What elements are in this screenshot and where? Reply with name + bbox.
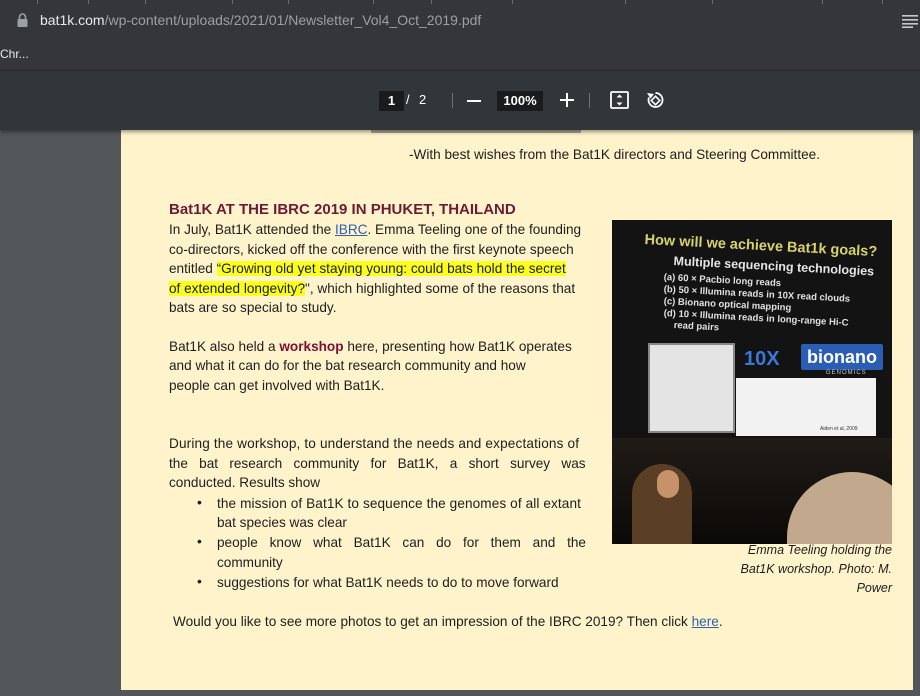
caption-line2: Bat1K workshop. Photo: M. — [740, 562, 892, 576]
signoff-text: -With best wishes from the Bat1K directo… — [409, 147, 820, 162]
fit-to-page-icon[interactable] — [610, 91, 629, 109]
browser-address-bar[interactable]: bat1k.com/wp-content/uploads/2021/01/New… — [0, 0, 920, 42]
cut-off-text-line — [371, 130, 581, 133]
presentation-slide: How will we achieve Bat1k goals? Multipl… — [612, 220, 892, 438]
para2-line3: people can get involved with Bat1K. — [169, 378, 385, 393]
bullet3-line1: suggestions for what Bat1K needs to do t… — [217, 575, 559, 590]
para2-line1: Bat1K also held a workshop here, present… — [169, 339, 572, 354]
article-heading: Bat1K AT THE IBRC 2019 IN PHUKET, THAILA… — [169, 201, 516, 218]
bullet-icon: • — [197, 533, 202, 549]
bullet2-line2: community — [217, 555, 283, 570]
pdf-menu-icon[interactable] — [902, 14, 918, 28]
closing-line: Would you like to see more photos to get… — [173, 614, 723, 629]
para3-line2: the bat research community for Bat1K, a … — [169, 456, 586, 471]
toolbar-divider — [452, 93, 453, 108]
logo-bionano: bionano — [801, 344, 883, 370]
zoom-out-icon[interactable] — [467, 92, 481, 110]
audience-head — [787, 472, 892, 544]
zoom-level-input[interactable]: 100% — [497, 91, 543, 111]
total-pages: 2 — [419, 92, 427, 107]
pdf-toolbar: 1 / 2 100% — [0, 71, 920, 130]
highlight: of extended longevity? — [169, 281, 306, 296]
rotate-icon[interactable] — [646, 91, 665, 110]
para3-line1: During the workshop, to understand the n… — [169, 436, 580, 451]
url-host: bat1k.com — [40, 12, 105, 28]
pdf-page: -With best wishes from the Bat1K directo… — [121, 100, 913, 690]
page-separator: / — [406, 92, 410, 107]
toolbar-divider — [589, 93, 590, 108]
sequencer-image — [648, 343, 735, 433]
bullet-icon: • — [197, 494, 202, 510]
para1-line5: bats are so special to study. — [169, 300, 337, 315]
para1-line3: entitled “Growing old yet staying young:… — [169, 261, 566, 276]
tab-strip-edge — [0, 0, 920, 4]
speaker-face — [657, 470, 679, 498]
slide-item: read pairs — [673, 320, 720, 334]
highlight: bats hold the secret — [447, 261, 566, 276]
bullet1-line1: the mission of Bat1K to sequence the gen… — [217, 496, 581, 511]
bullet1-line2: bat species was clear — [217, 515, 347, 530]
bookmark-item[interactable]: Chr... — [0, 47, 29, 61]
ibrc-link[interactable]: IBRC — [335, 222, 367, 237]
para1-line4: of extended longevity?", which highlight… — [169, 281, 576, 296]
zoom-in-icon[interactable] — [560, 93, 574, 107]
workshop-link[interactable]: workshop — [279, 339, 343, 354]
slide-citation: Aiden et al, 2009 — [820, 426, 858, 432]
url-text[interactable]: bat1k.com/wp-content/uploads/2021/01/New… — [40, 12, 481, 28]
para2-line2: and what it can do for the bat research … — [169, 358, 526, 373]
para1-line1: In July, Bat1K attended the IBRC. Emma T… — [169, 222, 582, 237]
bullet-icon: • — [197, 573, 202, 589]
para1-line2: co-directors, kicked off the conference … — [169, 242, 574, 257]
caption-line3: Power — [856, 581, 892, 595]
logo-genomics: GENOMICS — [826, 370, 867, 376]
url-path: /wp-content/uploads/2021/01/Newsletter_V… — [104, 12, 482, 28]
caption-line1: Emma Teeling holding the — [747, 543, 892, 557]
bullet2-line1: people know what Bat1K can do for them a… — [217, 535, 586, 550]
highlight: “Growing old yet staying young: could — [216, 261, 448, 276]
para3-line3: conducted. Results show — [169, 475, 321, 490]
logo-10x: 10X — [744, 348, 780, 370]
here-link[interactable]: here — [692, 614, 719, 629]
bookmarks-bar: Chr... — [0, 42, 920, 71]
current-page-input[interactable]: 1 — [379, 91, 404, 111]
workshop-photo: How will we achieve Bat1k goals? Multipl… — [612, 220, 892, 544]
audience-area — [612, 438, 892, 544]
lock-icon[interactable] — [17, 13, 28, 27]
